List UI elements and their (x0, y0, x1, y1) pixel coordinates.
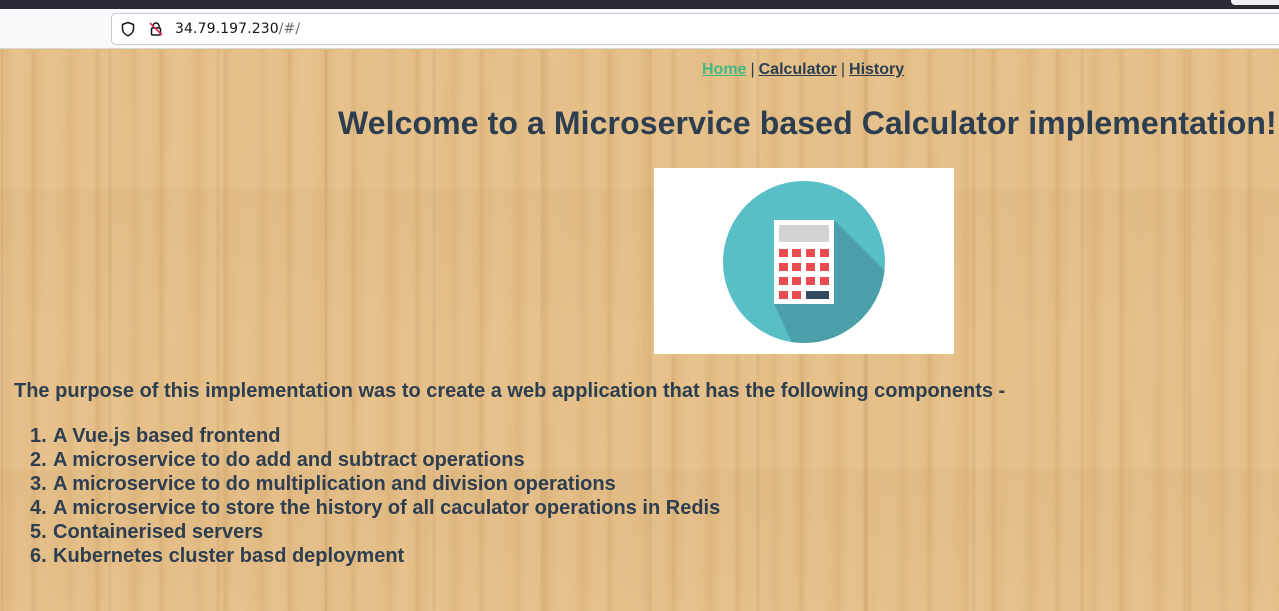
list-text: A microservice to do multiplication and … (53, 473, 616, 495)
list-item: 2. A microservice to do add and subtract … (30, 448, 720, 472)
url-path: /#/ (278, 21, 301, 37)
list-text: A microservice to store the history of a… (53, 497, 721, 519)
url-text[interactable]: 34.79.197.230/#/ (175, 21, 300, 37)
list-number: 2. (30, 449, 47, 471)
list-item: 5. Containerised servers (30, 520, 720, 544)
nav-link-home[interactable]: Home (702, 61, 746, 78)
nav-link-calculator[interactable]: Calculator (759, 61, 837, 78)
list-item: 6. Kubernetes cluster basd deployment (30, 544, 720, 568)
nav-link-history[interactable]: History (849, 61, 904, 78)
list-number: 4. (30, 497, 47, 519)
components-list: 1. A Vue.js based frontend 2. A microservi… (30, 424, 720, 568)
nav-separator: | (750, 61, 755, 78)
top-nav: Home | Calculator | History (702, 61, 904, 79)
list-text: A microservice to do add and subtract op… (53, 449, 525, 471)
page-title: Welcome to a Microservice based Calculat… (338, 105, 1277, 141)
titlebar-tab-edge (1231, 0, 1279, 5)
list-item: 4. A microservice to store the history of… (30, 496, 720, 520)
nav-separator: | (840, 61, 846, 78)
list-text: Containerised servers (53, 521, 264, 543)
list-number: 3. (30, 473, 47, 495)
calculator-logo (654, 168, 954, 354)
browser-toolbar: 34.79.197.230/#/ (0, 9, 1279, 49)
insecure-lock-icon[interactable] (147, 20, 165, 38)
list-number: 1. (30, 425, 47, 447)
list-text: A Vue.js based frontend (53, 425, 281, 447)
window-titlebar (0, 0, 1279, 9)
list-item: 1. A Vue.js based frontend (30, 424, 720, 448)
address-bar[interactable]: 34.79.197.230/#/ (111, 13, 1279, 45)
list-number: 6. (30, 545, 47, 567)
calculator-icon (723, 181, 885, 343)
purpose-text: The purpose of this implementation was t… (14, 380, 1006, 402)
list-text: Kubernetes cluster basd deployment (53, 545, 405, 567)
url-host: 34.79.197.230 (175, 21, 279, 37)
page-content: Home | Calculator | History Welcome to a Mic… (0, 50, 1279, 611)
shield-icon[interactable] (119, 20, 137, 38)
list-number: 5. (30, 521, 47, 543)
list-item: 3. A microservice to do multiplication an… (30, 472, 720, 496)
